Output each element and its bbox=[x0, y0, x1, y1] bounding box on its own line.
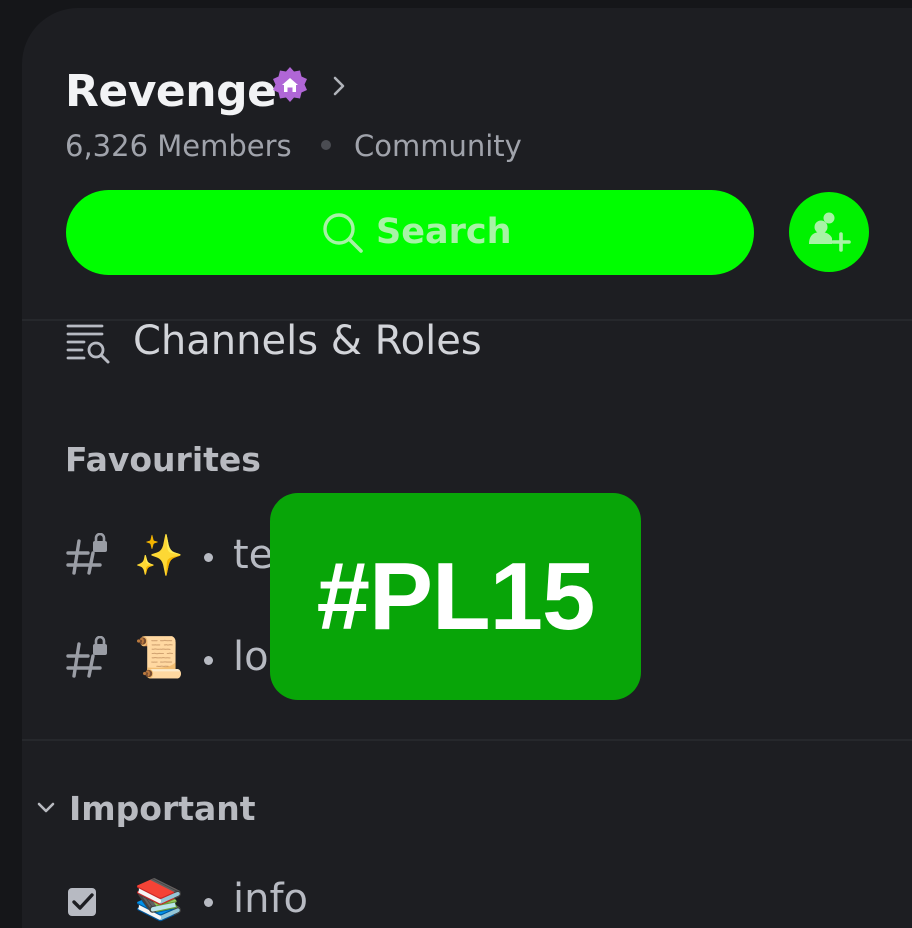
scroll-emoji: 📜 bbox=[134, 635, 184, 681]
add-person-icon bbox=[809, 212, 851, 252]
channels-roles-icon bbox=[66, 324, 110, 364]
sparkles-emoji: ✨ bbox=[134, 533, 184, 579]
section-divider bbox=[22, 739, 912, 741]
channel-info[interactable]: info bbox=[233, 876, 308, 922]
important-heading[interactable]: Important bbox=[69, 789, 256, 828]
rules-channel-icon bbox=[68, 888, 96, 916]
locked-channel-icon bbox=[66, 533, 107, 575]
server-type: Community bbox=[354, 129, 522, 163]
server-name[interactable]: Revenge bbox=[65, 66, 277, 117]
books-emoji: 📚 bbox=[134, 877, 184, 923]
locked-channel-icon bbox=[66, 636, 107, 678]
search-label: Search bbox=[376, 212, 512, 252]
overlay-tag-label: #PL15 bbox=[316, 542, 596, 650]
channels-roles-link[interactable]: Channels & Roles bbox=[133, 318, 482, 364]
channel-bullet bbox=[204, 553, 213, 562]
chevron-down-icon[interactable] bbox=[35, 797, 57, 819]
favourites-heading[interactable]: Favourites bbox=[65, 440, 261, 479]
member-count: 6,326 Members bbox=[65, 129, 292, 163]
overlay-tag: #PL15 bbox=[270, 493, 641, 700]
separator-dot bbox=[321, 140, 331, 150]
search-icon bbox=[323, 213, 363, 253]
channel-bullet bbox=[204, 656, 213, 665]
chevron-right-icon[interactable] bbox=[329, 74, 349, 98]
community-badge-icon bbox=[273, 67, 307, 102]
search-button[interactable]: Search bbox=[66, 190, 754, 275]
invite-members-button[interactable] bbox=[789, 192, 869, 272]
